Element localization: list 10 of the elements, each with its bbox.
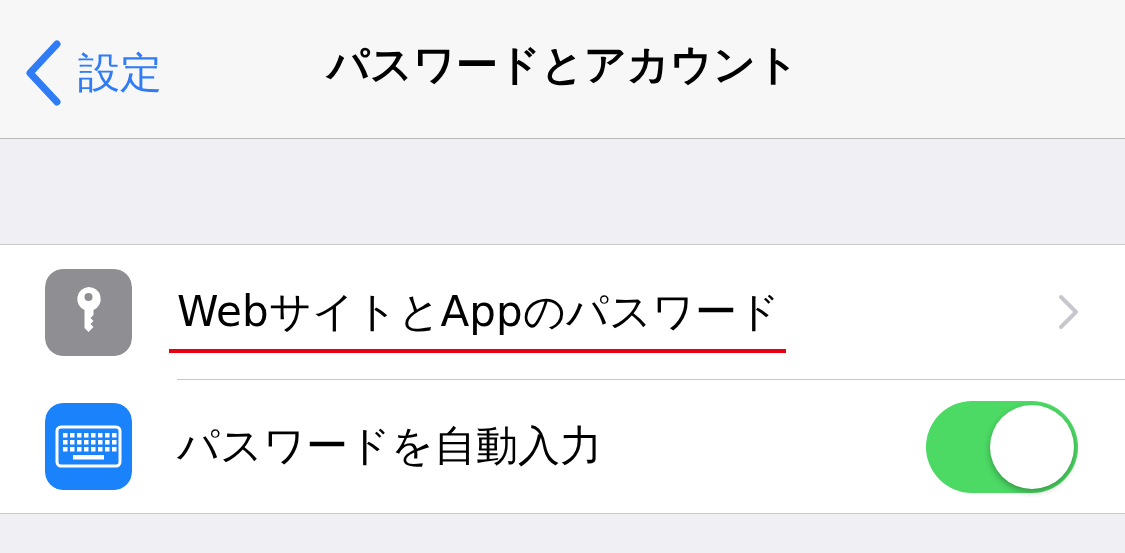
settings-row[interactable]: パスワードを自動入力	[0, 379, 1125, 513]
back-button[interactable]: 設定	[24, 40, 162, 106]
keyboard-icon	[45, 402, 132, 490]
settings-row[interactable]: WebサイトとAppのパスワード	[0, 245, 1125, 379]
key-icon	[45, 268, 132, 356]
row-label: WebサイトとAppのパスワード	[177, 286, 780, 338]
chevron-icon	[1058, 294, 1080, 330]
back-chevron-icon	[24, 40, 62, 106]
page-title: パスワードとアカウント	[326, 44, 799, 86]
row-label: パスワードを自動入力	[177, 421, 602, 472]
